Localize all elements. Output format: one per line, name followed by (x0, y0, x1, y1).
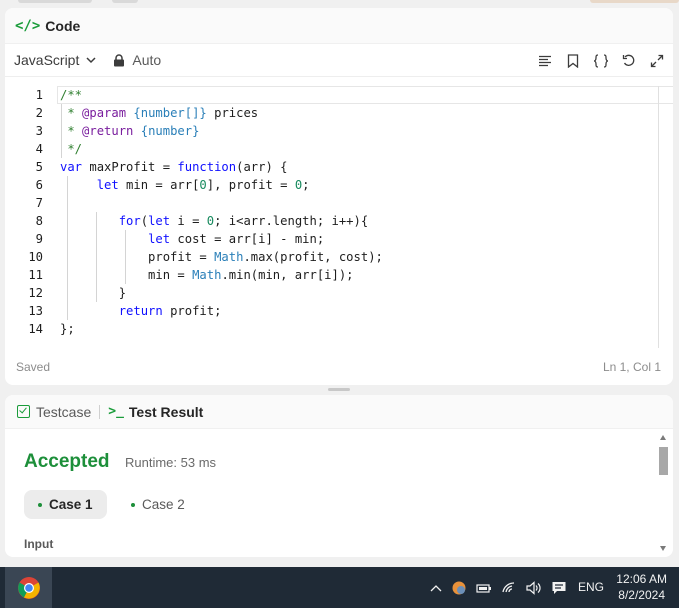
cursor-position: Ln 1, Col 1 (602, 360, 661, 374)
code-text: */ (60, 142, 83, 156)
tab-separator (99, 404, 101, 419)
autocomplete-mode[interactable]: Auto (113, 52, 161, 68)
code-panel-header: </> Code (5, 8, 673, 44)
clock-date: 8/2/2024 (618, 588, 665, 602)
current-line-highlight (57, 86, 673, 104)
line-number: 11 (28, 268, 43, 282)
code-panel: </> Code JavaScript Auto 1 /** 2 * @param… (5, 8, 673, 385)
code-panel-title: Code (45, 17, 81, 34)
code-text: } (60, 286, 127, 300)
panel-resize-handle[interactable] (328, 388, 350, 391)
code-text: let min = arr[0], profit = 0; (96, 178, 310, 192)
scroll-up-icon[interactable] (660, 435, 666, 440)
case-2-button[interactable]: Case 2 (117, 490, 199, 519)
bookmark-icon[interactable] (565, 53, 581, 69)
line-number: 12 (28, 286, 43, 300)
code-text: let cost = arr[i] - min; (148, 232, 325, 246)
wifi-icon[interactable] (501, 580, 517, 596)
code-text: /** (60, 88, 83, 102)
line-number: 4 (35, 142, 43, 156)
code-text: for(let i = 0; i<arr.length; i++){ (118, 214, 369, 228)
line-number: 13 (28, 304, 43, 318)
tab-test-result[interactable]: >_ Test Result (108, 404, 203, 420)
code-text: * @param {number[]} prices (60, 106, 259, 120)
language-selector[interactable]: JavaScript (14, 52, 97, 68)
code-text: * @return {number} (60, 124, 200, 138)
browser-tab-hint[interactable] (112, 0, 138, 3)
volume-icon[interactable] (526, 580, 542, 596)
line-number: 1 (35, 88, 43, 102)
browser-top-strip (0, 0, 679, 8)
scroll-thumb[interactable] (659, 447, 668, 475)
terminal-icon: >_ (108, 404, 124, 419)
format-icon[interactable] (537, 53, 553, 69)
editor-toolbar: JavaScript Auto (5, 44, 673, 77)
tab-test-result-label: Test Result (128, 403, 204, 420)
result-tabs: Testcase >_ Test Result (5, 395, 673, 429)
editor-scrollbar[interactable] (658, 86, 659, 348)
line-number: 9 (35, 232, 43, 246)
braces-icon[interactable] (593, 53, 609, 69)
code-icon: </> (15, 17, 41, 34)
line-number: 14 (28, 322, 43, 336)
taskbar: ENG 12:06 AM 8/2/2024 (0, 567, 679, 608)
expand-icon[interactable] (649, 53, 665, 69)
line-number: 5 (35, 160, 43, 174)
mode-label: Auto (132, 52, 162, 68)
case-1-label: Case 1 (49, 497, 93, 512)
code-text: var maxProfit = function(arr) { (60, 160, 288, 174)
tab-testcase[interactable]: Testcase (17, 404, 91, 420)
case-status-dot (131, 502, 135, 507)
weather-icon[interactable] (451, 580, 467, 596)
input-label: Input (24, 537, 54, 551)
line-number: 2 (35, 106, 43, 120)
scroll-down-icon[interactable] (660, 546, 666, 551)
verdict-text: Accepted (24, 451, 110, 472)
code-text: return profit; (118, 304, 222, 318)
result-scrollbar[interactable] (659, 433, 668, 555)
line-number: 7 (35, 196, 43, 210)
code-editor[interactable]: 1 /** 2 * @param {number[]} prices 3 * @r… (5, 86, 673, 348)
code-text: profit = Math.max(profit, cost); (60, 250, 383, 264)
result-panel: Testcase >_ Test Result Accepted Runtime… (5, 395, 673, 557)
reset-icon[interactable] (621, 53, 637, 69)
message-icon[interactable] (551, 580, 567, 596)
battery-icon[interactable] (476, 580, 492, 596)
chevron-up-icon[interactable] (430, 580, 442, 596)
editor-status-bar: Saved Ln 1, Col 1 (5, 360, 673, 378)
chrome-taskbar-button[interactable] (5, 567, 52, 608)
line-number: 10 (28, 250, 43, 264)
saved-status: Saved (16, 360, 51, 374)
tab-testcase-label: Testcase (36, 403, 92, 420)
clock-time: 12:06 AM (616, 572, 667, 586)
case-status-dot (38, 502, 42, 507)
line-number: 8 (35, 214, 43, 228)
runtime-text: Runtime: 53 ms (125, 455, 217, 470)
line-number: 6 (35, 178, 43, 192)
checkbox-icon (17, 405, 30, 418)
line-number: 3 (35, 124, 43, 138)
system-tray (430, 567, 567, 608)
chevron-down-icon (86, 57, 96, 64)
case-2-label: Case 2 (142, 497, 185, 512)
system-clock[interactable]: 12:06 AM 8/2/2024 (616, 571, 667, 603)
input-language-indicator[interactable]: ENG (578, 580, 604, 594)
code-text: min = Math.min(min, arr[i]); (60, 268, 354, 282)
browser-tab-hint[interactable] (18, 0, 92, 3)
chrome-icon (17, 576, 40, 599)
lock-icon (114, 53, 125, 66)
language-label: JavaScript (14, 52, 80, 68)
editor-tools (537, 44, 665, 77)
code-text: }; (60, 322, 75, 336)
browser-tab-hint[interactable] (590, 0, 679, 3)
case-1-button[interactable]: Case 1 (24, 490, 107, 519)
